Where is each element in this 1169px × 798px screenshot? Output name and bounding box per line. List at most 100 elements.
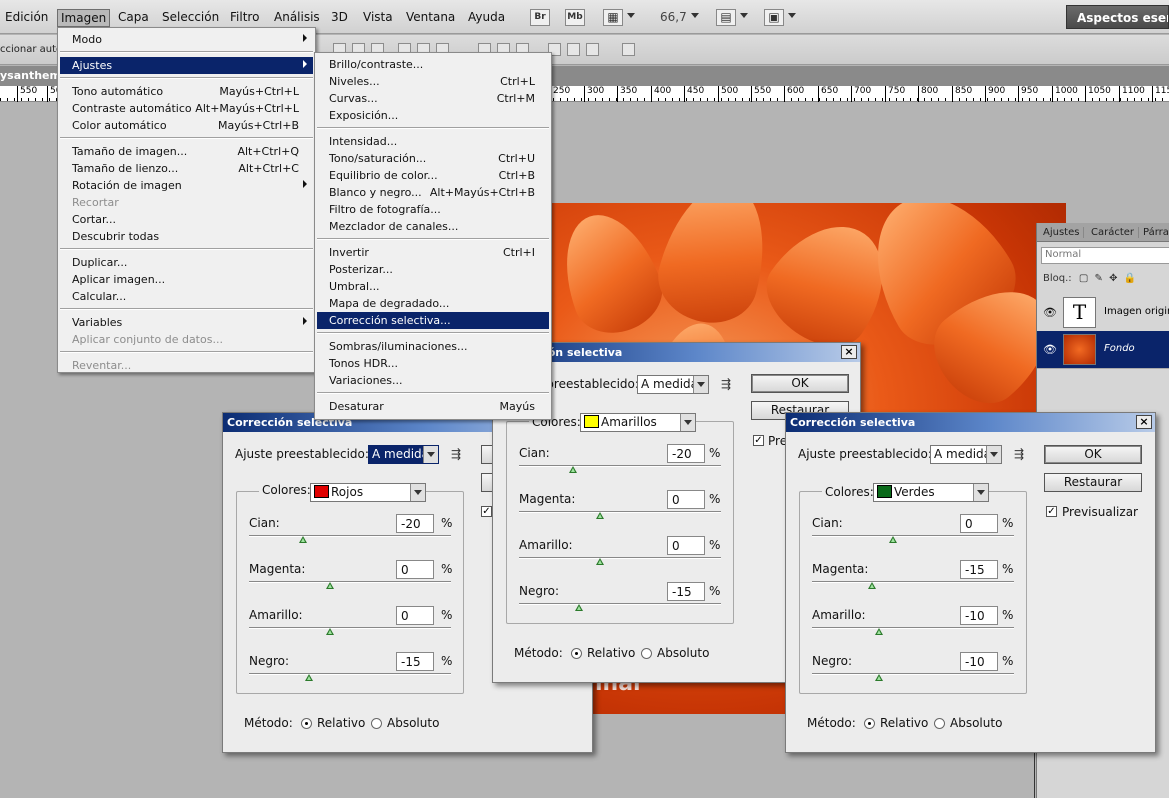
preview-label[interactable]: Previsualizar [1062, 505, 1138, 519]
menu-item[interactable]: Variaciones... [317, 372, 549, 389]
relative-radio[interactable] [864, 718, 875, 729]
slider-track[interactable] [812, 627, 1014, 629]
menu-item[interactable]: Ajustes [60, 57, 313, 74]
preview-checkbox[interactable]: ✓ [753, 435, 764, 446]
lock-transparency-icon[interactable]: ▢ [1079, 273, 1088, 284]
mini-bridge-icon[interactable]: Mb [565, 9, 585, 26]
slider-value-input[interactable]: -20 [667, 444, 705, 463]
preset-options-icon[interactable]: ⇶ [451, 447, 461, 461]
menu-filtro[interactable]: Filtro [227, 9, 262, 25]
menu-item[interactable]: Tamaño de imagen... Alt+Ctrl+Q [60, 143, 313, 160]
eye-icon[interactable]: 👁 [1043, 306, 1057, 319]
slider-track[interactable] [519, 511, 721, 513]
menu-item[interactable]: Tamaño de lienzo... Alt+Ctrl+C [60, 160, 313, 177]
reset-button[interactable]: Restaurar [1044, 473, 1142, 492]
relative-label[interactable]: Relativo [317, 716, 365, 730]
menu-item[interactable]: Filtro de fotografía... [317, 201, 549, 218]
chevron-down-icon[interactable] [410, 484, 425, 501]
menu-item[interactable]: Descubrir todas [60, 228, 313, 245]
ok-button[interactable]: OK [1044, 445, 1142, 464]
relative-label[interactable]: Relativo [880, 716, 928, 730]
menu-item[interactable]: Tonos HDR... [317, 355, 549, 372]
menu-item[interactable]: Rotación de imagen [60, 177, 313, 194]
slider-value-input[interactable]: 0 [667, 536, 705, 555]
menu-imagen[interactable]: Imagen [57, 9, 111, 27]
relative-radio[interactable] [571, 648, 582, 659]
menu-analisis[interactable]: Análisis [271, 9, 323, 25]
menu-item[interactable]: Exposición... [317, 107, 549, 124]
menu-item[interactable]: Contraste automático Alt+Mayús+Ctrl+L [60, 100, 313, 117]
slider-track[interactable] [812, 581, 1014, 583]
slider-track[interactable] [812, 673, 1014, 675]
menu-item[interactable]: Blanco y negro... Alt+Mayús+Ctrl+B [317, 184, 549, 201]
menu-item[interactable]: Mapa de degradado... [317, 295, 549, 312]
menu-item[interactable]: Invertir Ctrl+I [317, 244, 549, 261]
absolute-label[interactable]: Absoluto [950, 716, 1002, 730]
preset-options-icon[interactable]: ⇶ [721, 377, 731, 391]
slider-value-input[interactable]: -10 [960, 652, 998, 671]
distribute-icon[interactable] [586, 43, 599, 56]
slider-value-input[interactable]: -10 [960, 606, 998, 625]
menu-item[interactable]: Mezclador de canales... [317, 218, 549, 235]
lock-icon[interactable]: 🔒 [1124, 273, 1136, 284]
preview-checkbox[interactable]: ✓ [1046, 506, 1057, 517]
chevron-down-icon[interactable] [627, 13, 635, 18]
slider-track[interactable] [519, 465, 721, 467]
menu-item[interactable]: Color automático Mayús+Ctrl+B [60, 117, 313, 134]
absolute-label[interactable]: Absoluto [387, 716, 439, 730]
menu-item[interactable]: Corrección selectiva... [317, 312, 549, 329]
slider-value-input[interactable]: 0 [667, 490, 705, 509]
slider-thumb[interactable] [568, 466, 577, 473]
menu-item[interactable]: Aplicar imagen... [60, 271, 313, 288]
slider-thumb[interactable] [595, 512, 604, 519]
menu-item[interactable]: Umbral... [317, 278, 549, 295]
layer-name[interactable]: Imagen original [1104, 306, 1169, 317]
slider-value-input[interactable]: -20 [396, 514, 434, 533]
distribute-icon[interactable] [567, 43, 580, 56]
colors-select[interactable]: Amarillos [580, 413, 696, 432]
workspace-button[interactable]: Aspectos esenciales [1066, 5, 1169, 29]
slider-thumb[interactable] [298, 536, 307, 543]
menu-vista[interactable]: Vista [360, 9, 396, 25]
zoom-level[interactable]: 66,7 [660, 10, 687, 24]
colors-select[interactable]: Verdes [873, 483, 989, 502]
absolute-radio[interactable] [371, 718, 382, 729]
layer-name[interactable]: Fondo [1104, 343, 1135, 354]
slider-track[interactable] [249, 581, 451, 583]
menu-capa[interactable]: Capa [115, 9, 152, 25]
slider-track[interactable] [249, 627, 451, 629]
colors-select[interactable]: Rojos [310, 483, 426, 502]
slider-thumb[interactable] [888, 536, 897, 543]
slider-value-input[interactable]: -15 [396, 652, 434, 671]
menu-3d[interactable]: 3D [328, 9, 351, 25]
slider-thumb[interactable] [875, 628, 884, 635]
relative-radio[interactable] [301, 718, 312, 729]
menu-item[interactable]: Brillo/contraste... [317, 56, 549, 73]
slider-track[interactable] [519, 557, 721, 559]
layer-row-selected[interactable]: 👁 Fondo [1037, 331, 1169, 369]
view-extras-icon[interactable]: ▦ [603, 9, 623, 26]
blend-mode-select[interactable]: Normal [1041, 247, 1169, 264]
slider-track[interactable] [249, 535, 451, 537]
menu-item[interactable]: Tono/saturación... Ctrl+U [317, 150, 549, 167]
preset-select[interactable]: A medida [637, 375, 709, 394]
menu-ayuda[interactable]: Ayuda [465, 9, 508, 25]
menu-item[interactable]: Intensidad... [317, 133, 549, 150]
bridge-icon[interactable]: Br [530, 9, 550, 26]
screen-mode-icon[interactable]: ▣ [764, 9, 784, 26]
lock-move-icon[interactable]: ✥ [1109, 273, 1117, 284]
arrange-documents-icon[interactable]: ▤ [716, 9, 736, 26]
slider-thumb[interactable] [595, 558, 604, 565]
chevron-down-icon[interactable] [740, 13, 748, 18]
slider-thumb[interactable] [575, 604, 584, 611]
layer-row[interactable]: 👁 T Imagen original [1037, 294, 1169, 332]
slider-value-input[interactable]: -15 [960, 560, 998, 579]
preset-options-icon[interactable]: ⇶ [1014, 447, 1024, 461]
menu-item[interactable]: Variables [60, 314, 313, 331]
menu-item[interactable]: Calcular... [60, 288, 313, 305]
slider-value-input[interactable]: 0 [396, 560, 434, 579]
slider-value-input[interactable]: 0 [960, 514, 998, 533]
relative-label[interactable]: Relativo [587, 646, 635, 660]
slider-thumb[interactable] [325, 582, 334, 589]
menu-edicion[interactable]: Edición [2, 9, 51, 25]
